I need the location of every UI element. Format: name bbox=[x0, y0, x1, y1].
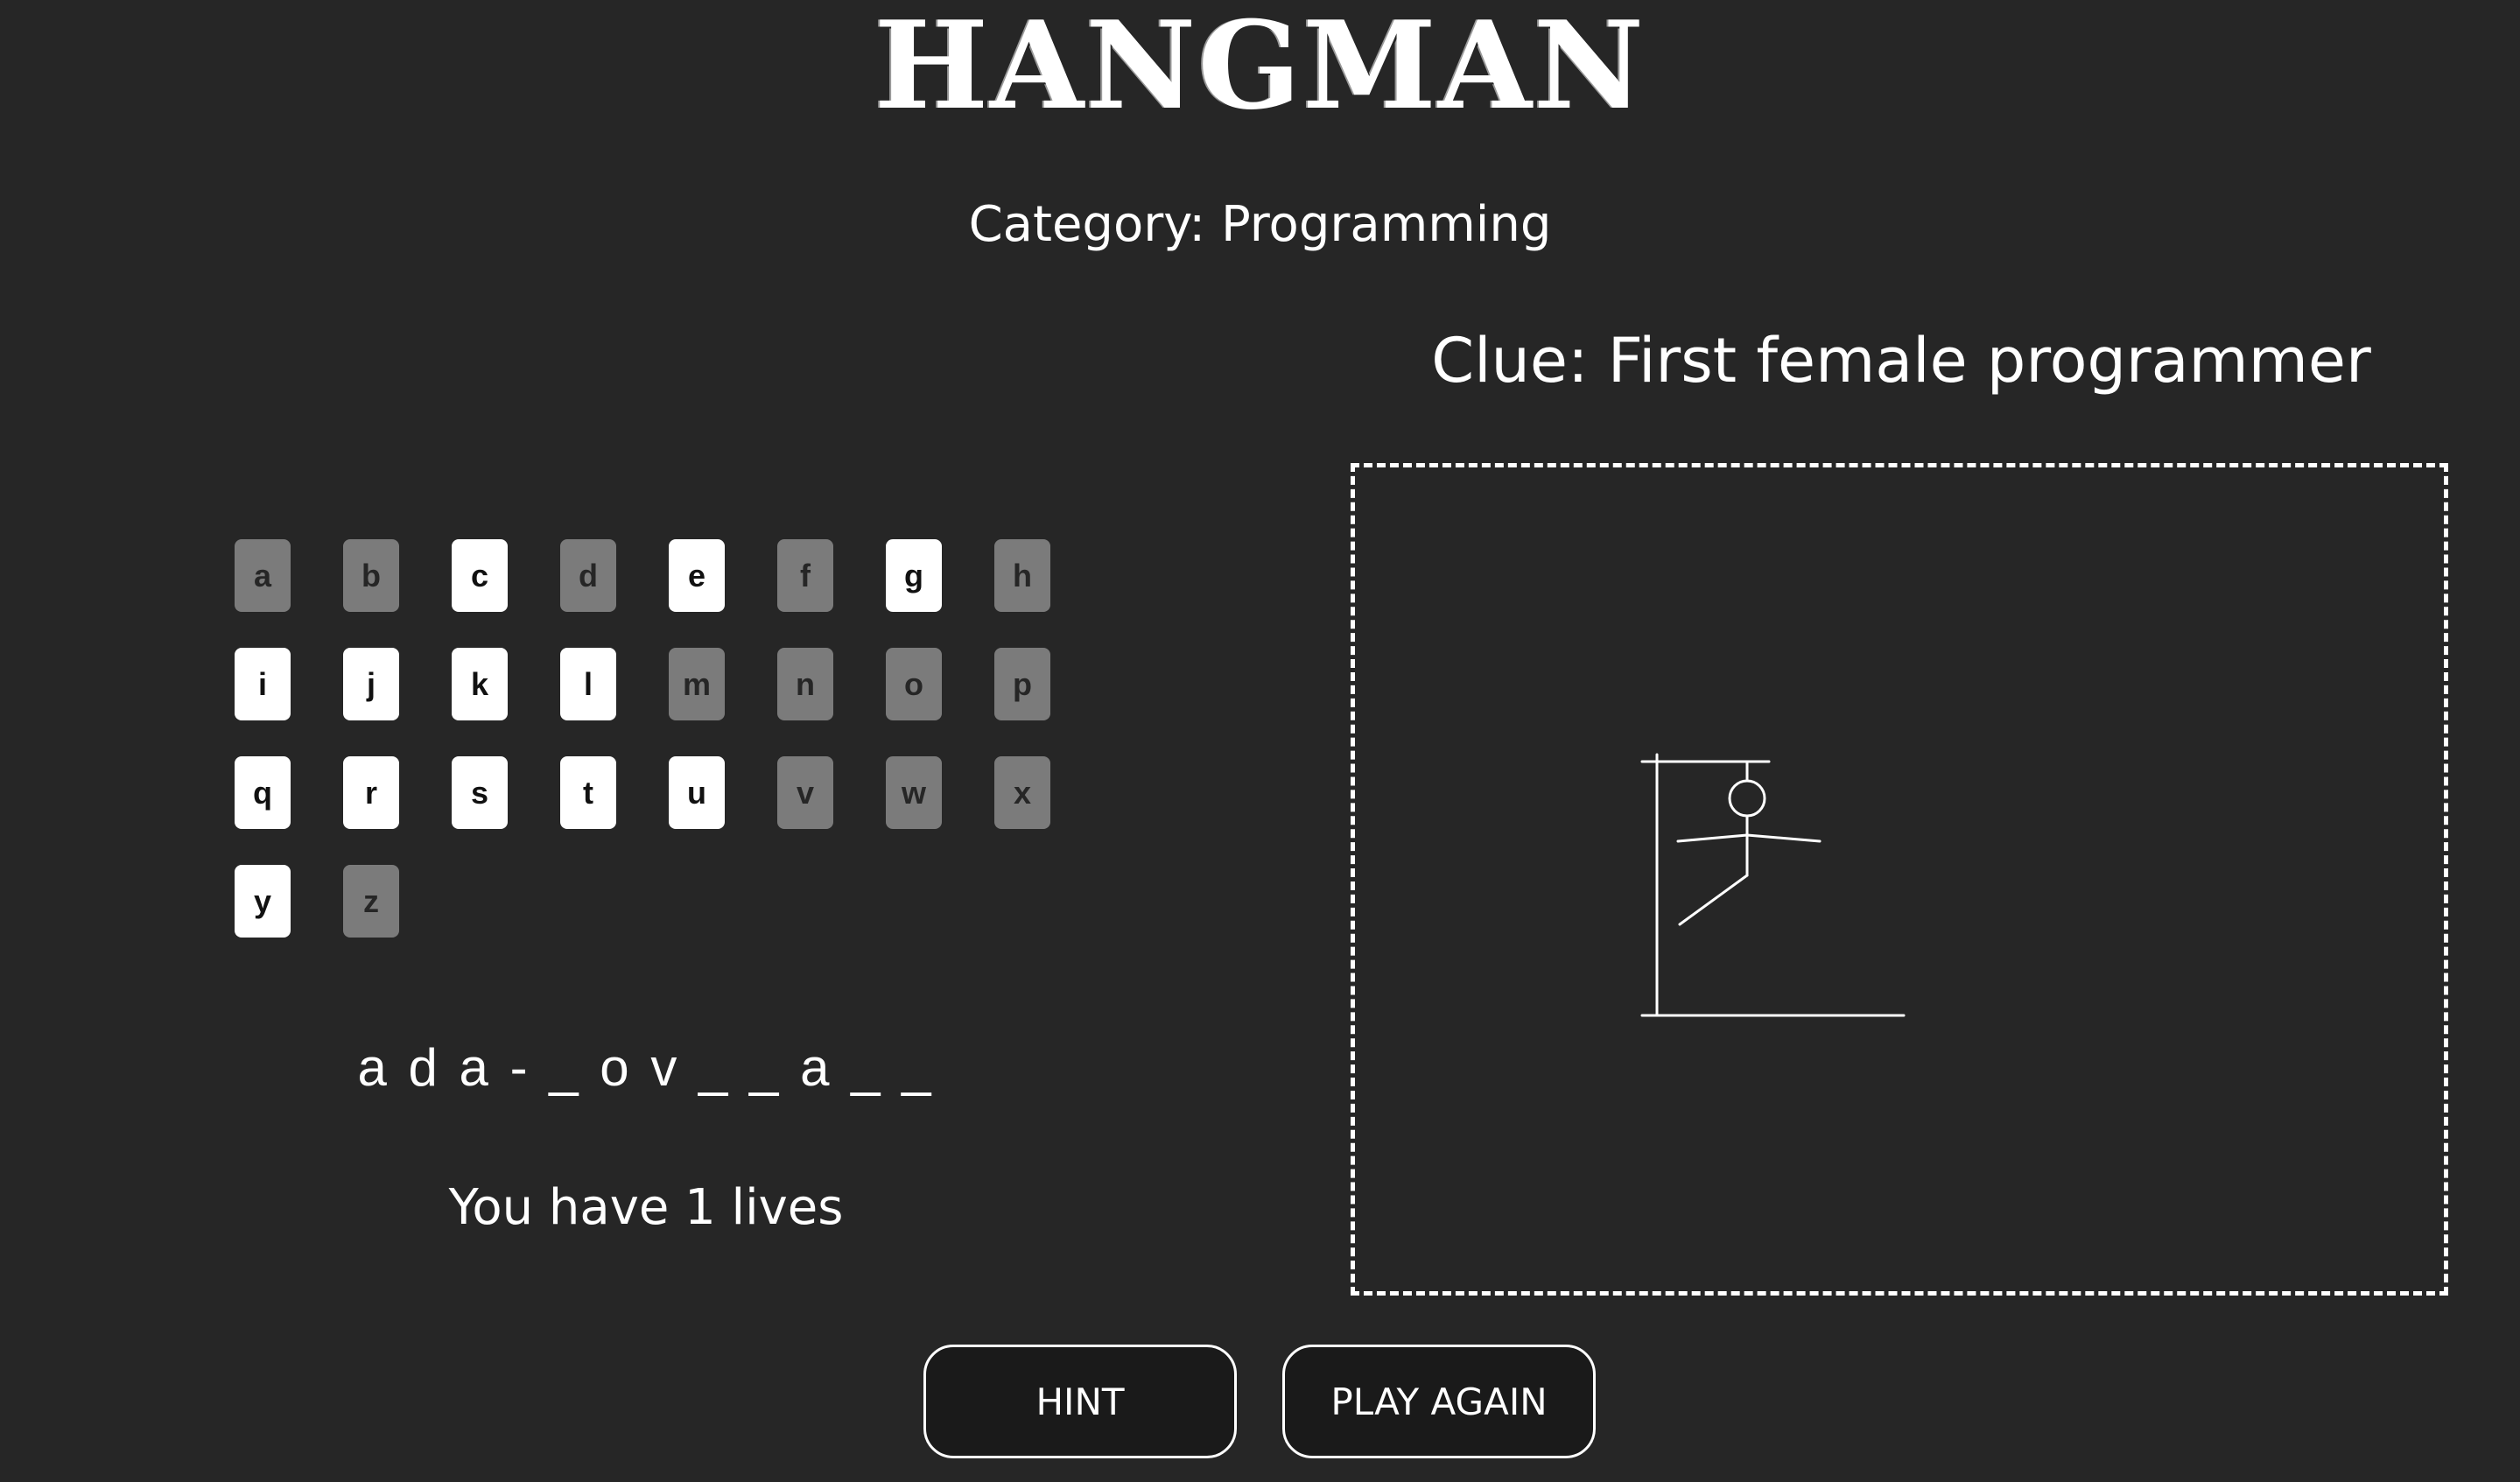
letter-key-s[interactable]: s bbox=[452, 756, 508, 829]
letter-key-k[interactable]: k bbox=[452, 648, 508, 720]
game-title: HANGMAN bbox=[874, 0, 1646, 137]
letter-key-z: z bbox=[343, 865, 399, 938]
figure-left-leg bbox=[1678, 874, 1749, 926]
letter-key-n: n bbox=[777, 648, 833, 720]
hangman-page: HANGMAN Category: Programming Clue: Firs… bbox=[0, 0, 2520, 1482]
letter-key-f: f bbox=[777, 539, 833, 612]
play-again-button[interactable]: PLAY AGAIN bbox=[1282, 1345, 1596, 1458]
letter-key-a: a bbox=[235, 539, 291, 612]
letter-key-u[interactable]: u bbox=[669, 756, 725, 829]
letter-key-h: h bbox=[994, 539, 1050, 612]
letter-key-v: v bbox=[777, 756, 833, 829]
letter-key-w: w bbox=[886, 756, 942, 829]
letter-key-c[interactable]: c bbox=[452, 539, 508, 612]
letter-key-e[interactable]: e bbox=[669, 539, 725, 612]
letter-key-t[interactable]: t bbox=[560, 756, 616, 829]
category-label: Category: Programming bbox=[968, 196, 1552, 253]
letter-key-r[interactable]: r bbox=[343, 756, 399, 829]
lives-counter: You have 1 lives bbox=[448, 1179, 844, 1236]
letter-key-m: m bbox=[669, 648, 725, 720]
clue-label: Clue: First female programmer bbox=[1431, 325, 2371, 397]
letter-key-j[interactable]: j bbox=[343, 648, 399, 720]
figure-head bbox=[1728, 779, 1766, 818]
word-display: a d a - _ o v _ _ a _ _ bbox=[357, 1038, 935, 1097]
letter-key-l[interactable]: l bbox=[560, 648, 616, 720]
letter-key-i[interactable]: i bbox=[235, 648, 291, 720]
letter-key-x: x bbox=[994, 756, 1050, 829]
letter-key-b: b bbox=[343, 539, 399, 612]
figure-right-arm bbox=[1745, 833, 1822, 843]
hangman-figure bbox=[1640, 753, 1906, 1017]
letter-key-q[interactable]: q bbox=[235, 756, 291, 829]
figure-left-arm bbox=[1676, 833, 1749, 843]
letter-key-p: p bbox=[994, 648, 1050, 720]
letter-key-g[interactable]: g bbox=[886, 539, 942, 612]
hangman-drawing-area bbox=[1351, 463, 2448, 1296]
hint-button[interactable]: HINT bbox=[923, 1345, 1237, 1458]
letter-key-o: o bbox=[886, 648, 942, 720]
letter-key-d: d bbox=[560, 539, 616, 612]
letter-key-y[interactable]: y bbox=[235, 865, 291, 938]
